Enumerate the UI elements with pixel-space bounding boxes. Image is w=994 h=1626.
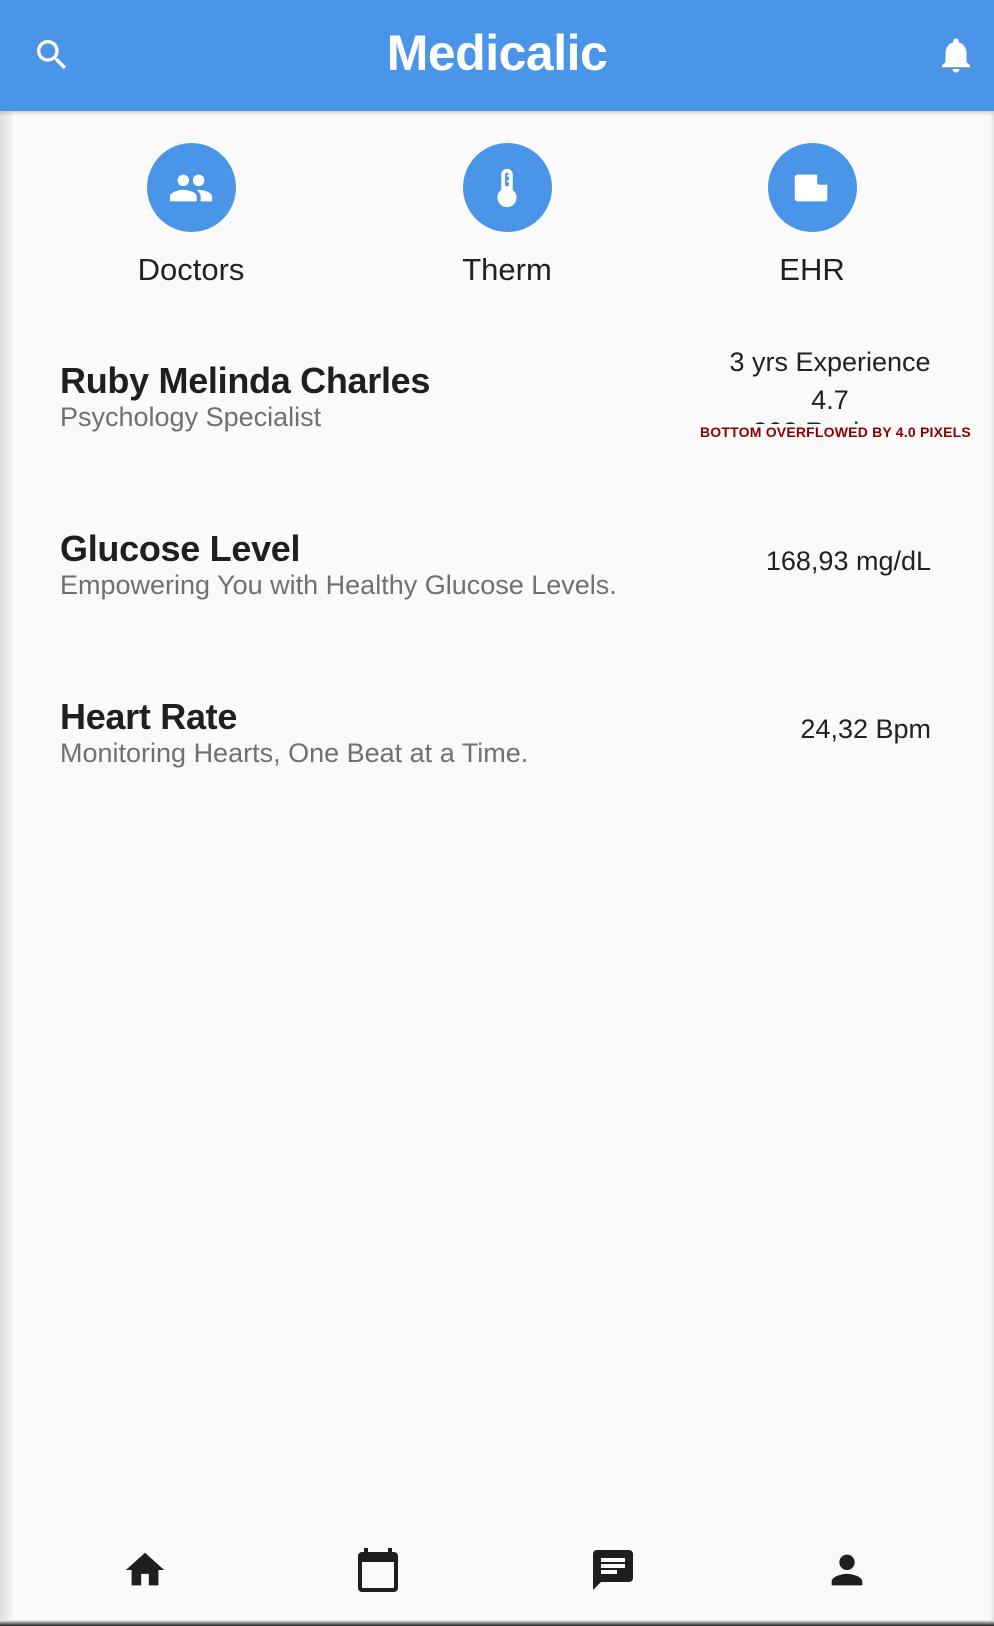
screen-edge-shadow-right: [990, 111, 994, 1626]
heart-rate-value: 24,32 Bpm: [800, 714, 931, 744]
glucose-title: Glucose Level: [60, 528, 301, 569]
category-ehr-circle: [767, 143, 857, 232]
heart-rate-title: Heart Rate: [60, 696, 238, 737]
nav-calendar-button[interactable]: [350, 1542, 406, 1598]
group-icon: [169, 174, 213, 201]
category-therm[interactable]: Therm: [407, 143, 607, 288]
doctor-reviews-clipped: 302 Reviews: [690, 413, 970, 424]
nav-profile-button[interactable]: [819, 1542, 875, 1598]
category-therm-label: Therm: [462, 252, 552, 287]
app-bar: Medicalic: [0, 0, 994, 111]
calendar-icon: [358, 1548, 398, 1592]
category-ehr-label: EHR: [779, 252, 845, 287]
thermometer-icon: [497, 168, 517, 207]
nav-messages-button[interactable]: [585, 1542, 641, 1598]
message-icon: [593, 1550, 633, 1590]
app-title: Medicalic: [386, 25, 608, 81]
glucose-list-item[interactable]: Glucose Level Empowering You with Health…: [60, 528, 940, 608]
notifications-button[interactable]: [931, 30, 981, 80]
category-doctors[interactable]: Doctors: [91, 143, 291, 288]
glucose-subtitle: Empowering You with Healthy Glucose Leve…: [60, 570, 617, 600]
bell-icon: [942, 38, 970, 73]
folder-icon: [794, 174, 828, 201]
overflow-warning: BOTTOM OVERFLOWED BY 4.0 PIXELS: [700, 424, 971, 440]
home-icon: [125, 1552, 165, 1586]
doctor-specialty: Psychology Specialist: [60, 402, 322, 432]
heart-rate-subtitle: Monitoring Hearts, One Beat at a Time.: [60, 738, 529, 768]
screen-edge-shadow-left: [0, 111, 14, 1626]
heart-rate-list-item[interactable]: Heart Rate Monitoring Hearts, One Beat a…: [60, 696, 940, 776]
glucose-value: 168,93 mg/dL: [765, 546, 931, 576]
category-doctors-label: Doctors: [137, 252, 245, 287]
person-icon: [831, 1554, 863, 1586]
doctor-name: Ruby Melinda Charles: [60, 360, 431, 401]
app-screen: Medicalic Doctors Therm EHR Ruby Melinda…: [0, 0, 994, 1626]
bottom-navigation: [0, 1530, 994, 1620]
category-doctors-circle: [146, 143, 236, 232]
nav-home-button[interactable]: [117, 1542, 173, 1598]
screen-edge-shadow-bottom: [0, 1620, 994, 1626]
category-therm-circle: [462, 143, 552, 232]
category-ehr[interactable]: EHR: [712, 143, 912, 288]
doctor-experience: 3 yrs Experience: [729, 347, 931, 377]
